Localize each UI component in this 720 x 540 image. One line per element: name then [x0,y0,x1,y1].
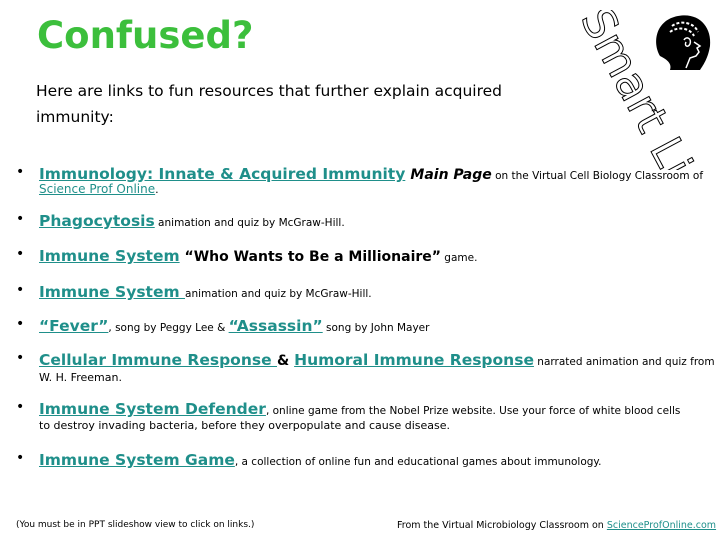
source-credit: From the Virtual Microbiology Classroom … [397,520,717,531]
immune-system-game-link[interactable]: Immune System Game [39,451,235,469]
main-page-label: Main Page [410,167,492,183]
immune-system-animation-link[interactable]: Immune System [39,283,185,301]
immune-system-millionaire-link[interactable]: Immune System [39,247,180,265]
science-prof-online-footer-link[interactable]: ScienceProfOnline.com [607,520,716,531]
bullet: • [16,246,25,262]
cellular-immune-response-link[interactable]: Cellular Immune Response [39,351,277,369]
science-prof-online-link[interactable]: Science Prof Online [39,182,155,196]
bullet: • [16,282,25,298]
intro-text: Here are links to fun resources that fur… [36,82,502,126]
slideshow-note: (You must be in PPT slideshow view to cl… [16,520,255,530]
bullet: • [16,399,25,415]
immunology-link[interactable]: Immunology: Innate & Acquired Immunity [39,165,405,183]
bullet: • [16,316,25,332]
phagocytosis-link[interactable]: Phagocytosis [39,212,155,230]
assassin-link[interactable]: “Assassin” [229,317,323,335]
bullet: • [16,350,25,366]
head-profile-icon [656,15,711,70]
bullet: • [16,164,25,180]
bullet: • [16,211,25,227]
humoral-immune-response-link[interactable]: Humoral Immune Response [294,351,534,369]
bullet: • [16,450,25,466]
immune-system-defender-link[interactable]: Immune System Defender [39,400,266,418]
page-title: Confused? [37,14,254,57]
fever-link[interactable]: “Fever” [39,317,108,335]
